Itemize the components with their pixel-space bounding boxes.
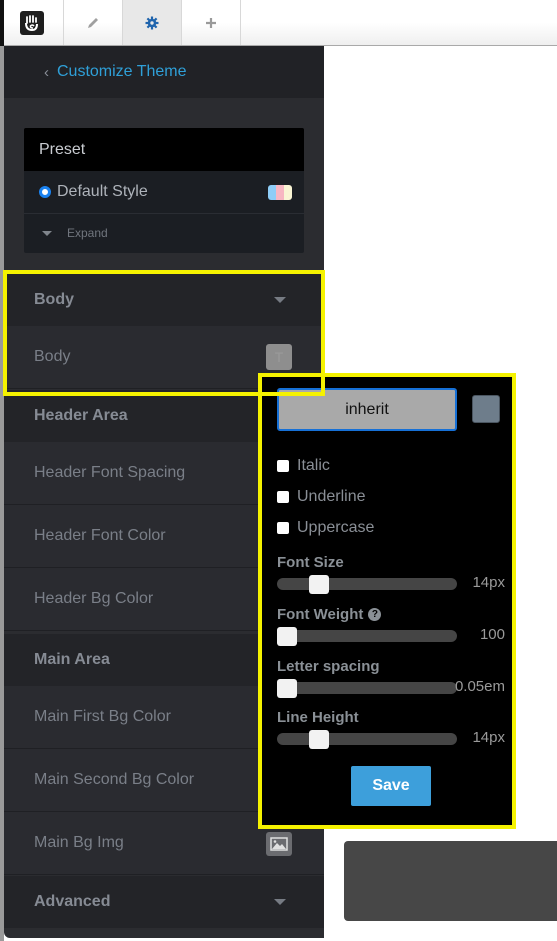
swatch-color-2 [276,185,284,200]
preset-option-default[interactable]: Default Style [24,171,304,214]
checkbox-label: Underline [297,488,366,505]
letter-spacing-value: 0.05em [454,678,505,695]
radio-selected-icon[interactable] [39,186,51,198]
setting-label: Main First Bg Color [34,708,171,725]
preset-option-label: Default Style [57,183,148,200]
line-height-slider[interactable] [277,730,457,749]
setting-label: Header Font Color [34,527,166,544]
checkbox-label: Italic [297,457,330,474]
slider-thumb[interactable] [309,575,329,594]
preset-color-swatch [268,185,292,200]
slider-thumb[interactable] [277,627,297,646]
add-tool-button[interactable] [182,0,241,45]
font-weight-label: Font Weight? [277,606,382,623]
preset-title: Preset [24,128,304,171]
plus-icon [206,17,216,28]
font-style-swatch-button[interactable]: T [266,344,292,370]
font-size-label: Font Size [277,554,344,571]
line-height-label: Line Height [277,709,359,726]
font-style-popup: inherit Italic Underline Uppercase Font … [262,377,512,825]
font-weight-value: 100 [479,626,505,643]
swatch-color-3 [284,185,292,200]
section-title: Header Area [34,407,128,424]
font-weight-slider[interactable] [277,627,457,646]
line-height-value: 14px [472,729,505,746]
uppercase-checkbox-row[interactable]: Uppercase [277,519,374,537]
checkbox-label: Uppercase [297,519,375,536]
setting-label: Main Second Bg Color [34,771,195,788]
underline-checkbox[interactable] [277,491,289,503]
slider-thumb[interactable] [309,730,329,749]
caret-down-icon [42,230,52,236]
slider-label-text: Letter spacing [277,658,380,675]
preset-expand-toggle[interactable]: Expand [24,214,304,252]
italic-checkbox[interactable] [277,460,289,472]
back-chevron-icon[interactable]: ‹ [44,64,49,81]
section-title: Main Area [34,651,110,668]
font-color-picker[interactable] [472,395,500,423]
expand-label: Expand [67,226,108,240]
slider-thumb[interactable] [277,679,297,698]
save-button[interactable]: Save [351,766,431,806]
help-icon[interactable]: ? [368,608,382,621]
image-icon[interactable] [266,832,292,856]
setting-label: Header Bg Color [34,590,154,607]
edit-tool-button[interactable] [64,0,123,45]
letter-spacing-slider[interactable] [277,679,457,698]
window-edge [0,0,4,46]
setting-label: Header Font Spacing [34,464,186,481]
underline-checkbox-row[interactable]: Underline [277,488,365,506]
letter-spacing-label: Letter spacing [277,658,380,675]
logo-cell[interactable] [0,0,64,45]
section-header-body[interactable]: Body [4,274,324,326]
section-title: Advanced [34,893,111,910]
section-title: Body [34,291,74,308]
slider-label-text: Font Weight [277,606,364,623]
setting-label: Body [34,348,71,365]
page: ‹ Customize Theme Preset Default Style E… [0,0,557,941]
caret-down-icon [274,899,286,905]
setting-label: Main Bg Img [34,834,124,851]
section-advanced: Advanced [4,876,324,928]
preset-box: Preset Default Style Expand [24,128,304,253]
uppercase-checkbox[interactable] [277,522,289,534]
settings-tool-button[interactable] [123,0,182,45]
panel-title[interactable]: Customize Theme [57,63,187,81]
caret-down-icon [274,297,286,303]
font-family-select[interactable]: inherit [277,388,457,431]
concrete-hand-logo-icon [19,10,44,35]
pencil-icon [88,17,98,28]
section-body: Body Body T [4,274,324,389]
font-size-value: 14px [472,574,505,591]
slider-label-text: Line Height [277,709,359,726]
font-size-slider[interactable] [277,575,457,594]
swatch-color-1 [268,185,276,200]
italic-checkbox-row[interactable]: Italic [277,457,330,475]
content-block [344,841,557,921]
gear-icon [145,16,159,29]
panel-header: ‹ Customize Theme [4,46,324,98]
top-toolbar [0,0,557,46]
section-header-advanced[interactable]: Advanced [4,876,324,928]
slider-label-text: Font Size [277,554,344,571]
